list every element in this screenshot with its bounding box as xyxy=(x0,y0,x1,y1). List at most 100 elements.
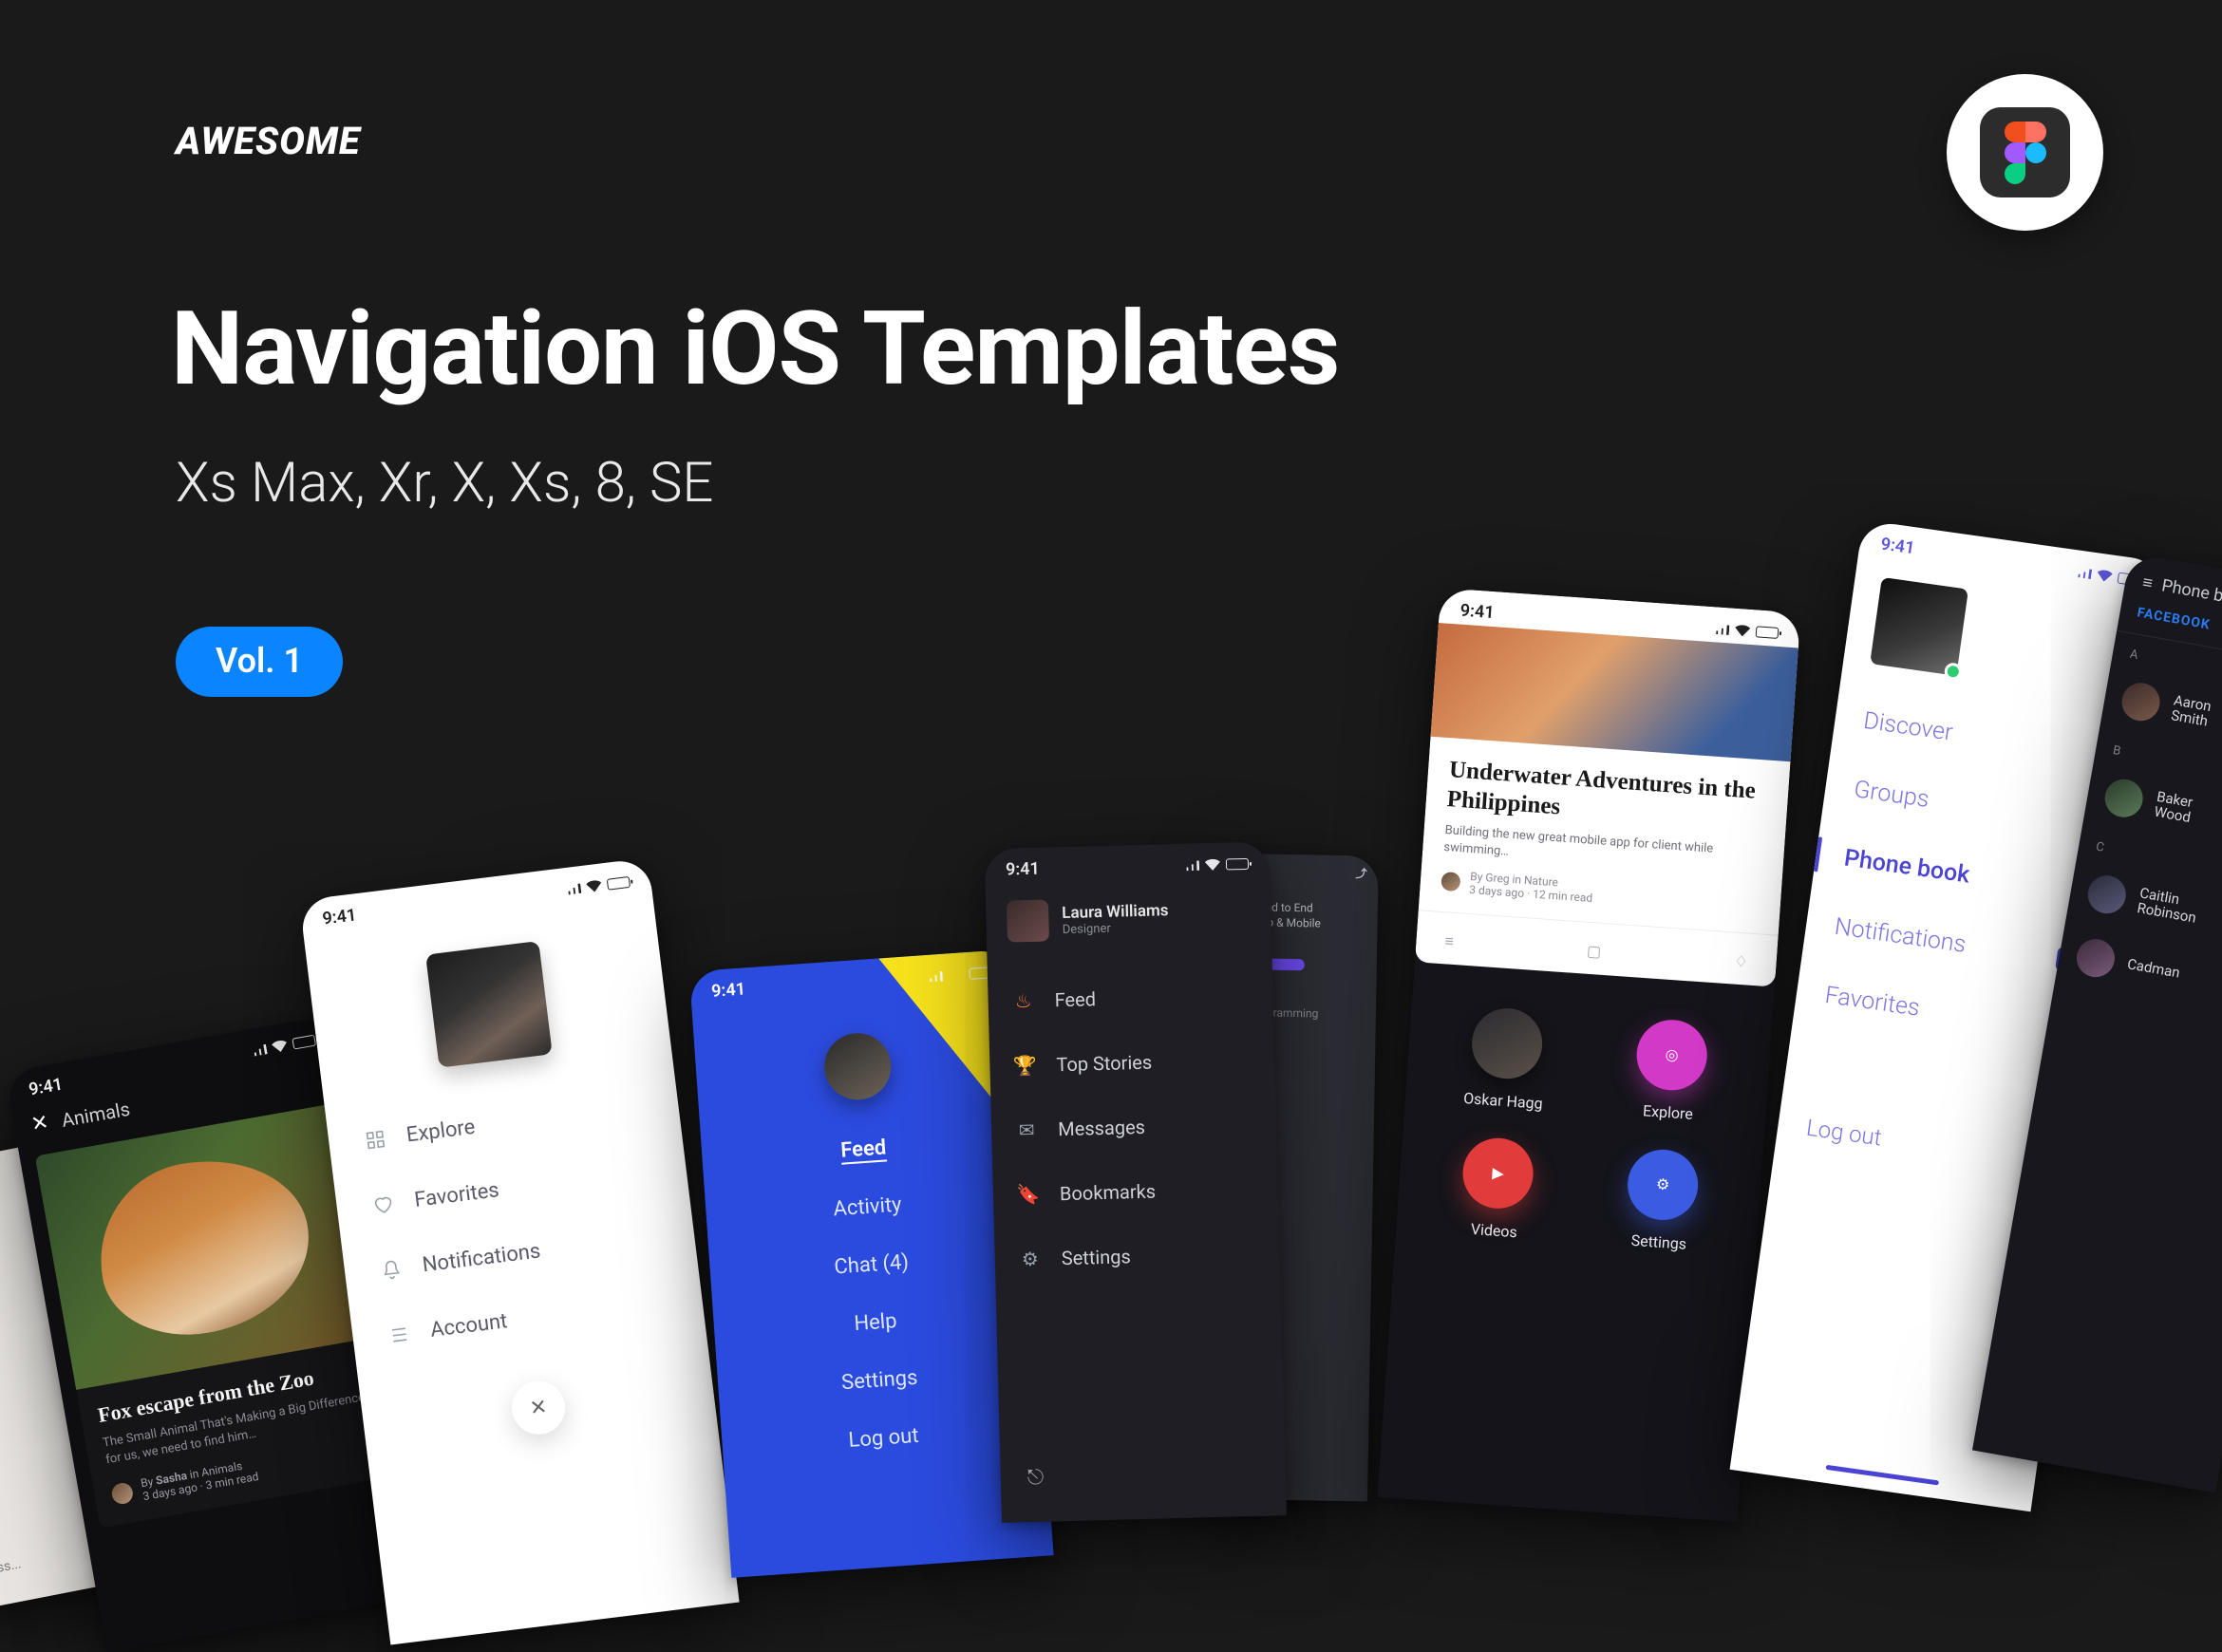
menu-label: Settings xyxy=(1061,1245,1131,1269)
promo-stage: AWESOME Navigation iOS Templates Xs Max,… xyxy=(0,0,2222,1481)
fox-illustration xyxy=(85,1144,323,1349)
grid-icon xyxy=(364,1128,387,1152)
contact-avatar xyxy=(2085,873,2129,916)
bell-icon xyxy=(380,1258,404,1282)
profile-row[interactable]: Laura Williams Designer xyxy=(985,876,1271,969)
nav-tile-settings[interactable]: ⚙ Settings xyxy=(1594,1145,1728,1255)
signal-icon xyxy=(249,1042,268,1057)
signal-icon xyxy=(563,882,581,895)
contact-name: AaronSmith xyxy=(2170,692,2213,729)
menu-label: Bookmarks xyxy=(1060,1180,1157,1206)
contact-name: Cadman xyxy=(2126,956,2181,981)
close-fab[interactable]: ✕ xyxy=(509,1379,568,1437)
mail-icon: ✉ xyxy=(1016,1119,1038,1141)
battery-icon xyxy=(607,875,631,890)
avatar-icon xyxy=(1470,1005,1545,1080)
contact-name: CaitlinRobinson xyxy=(2136,885,2200,926)
logout-icon[interactable]: ⎋ xyxy=(1026,1466,1044,1490)
profile-avatar xyxy=(1007,899,1049,942)
battery-icon xyxy=(1756,626,1779,639)
menu-label: Notifications xyxy=(421,1239,541,1277)
contact-avatar xyxy=(2074,936,2118,980)
close-icon[interactable]: ✕ xyxy=(29,1111,50,1137)
profile-role: Designer xyxy=(1063,920,1170,937)
wifi-icon xyxy=(586,879,602,892)
profile-avatar[interactable] xyxy=(425,941,553,1068)
contact-avatar xyxy=(2118,680,2162,723)
bookmark-icon: 🔖 xyxy=(1018,1184,1040,1206)
contact-name: BakerWood xyxy=(2153,788,2194,825)
tile-label: Explore xyxy=(1642,1101,1693,1123)
menu-label: Messages xyxy=(1058,1116,1145,1140)
status-time: 9:41 xyxy=(711,979,746,1001)
nav-grid: Oskar Hagg ◎ Explore ▶ Videos ⚙ Settings xyxy=(1393,962,1775,1298)
mock-phone-5: 9:41 Laura Williams Designer ♨ Feed 🏆 Top … xyxy=(984,841,1286,1523)
menu-label: Feed xyxy=(1054,987,1096,1011)
profile-name: Laura Williams xyxy=(1062,901,1169,923)
menu-icon[interactable]: ≡ xyxy=(2141,573,2155,594)
contact-avatar xyxy=(2101,777,2145,820)
book-icon[interactable]: ▢ xyxy=(1586,942,1601,962)
figma-badge xyxy=(1947,74,2103,231)
wifi-icon xyxy=(2097,569,2114,582)
status-time: 9:41 xyxy=(321,905,357,929)
menu-label: Top Stories xyxy=(1056,1051,1152,1077)
menu-item-top-stories[interactable]: 🏆 Top Stories xyxy=(989,1026,1276,1098)
status-time: 9:41 xyxy=(28,1075,65,1100)
profile-avatar[interactable] xyxy=(1870,577,1968,676)
author-avatar xyxy=(1441,872,1460,892)
home-indicator xyxy=(1826,1465,1940,1486)
menu-label: Explore xyxy=(405,1116,477,1148)
menu-label: Favorites xyxy=(413,1178,500,1212)
flame-icon: ♨ xyxy=(1012,990,1034,1012)
page-title: Navigation iOS Templates xyxy=(171,290,1339,409)
share-icon[interactable]: ⤴ xyxy=(1355,865,1366,881)
status-time: 9:41 xyxy=(1879,535,1915,559)
status-bar: 9:41 xyxy=(299,857,652,935)
presence-dot xyxy=(1944,662,1963,681)
signal-icon xyxy=(1712,623,1730,635)
nav-tile-explore[interactable]: ◎ Explore xyxy=(1604,1016,1738,1126)
tile-label: Videos xyxy=(1470,1220,1517,1241)
status-time: 9:41 xyxy=(1459,601,1495,623)
wifi-icon xyxy=(272,1039,289,1053)
nav-tile-user[interactable]: Oskar Hagg xyxy=(1439,1004,1572,1114)
battery-icon xyxy=(292,1034,316,1049)
caption: ote ss... xyxy=(0,1557,23,1582)
signal-icon xyxy=(1182,859,1199,871)
menu-item-feed[interactable]: ♨ Feed xyxy=(988,962,1274,1034)
status-indicators xyxy=(249,1034,316,1057)
profile-avatar[interactable] xyxy=(822,1031,894,1102)
close-icon: ✕ xyxy=(528,1395,548,1420)
status-time: 9:41 xyxy=(1006,859,1040,880)
trophy-icon: 🏆 xyxy=(1014,1055,1036,1077)
battery-icon xyxy=(1226,857,1249,870)
wifi-icon xyxy=(1205,858,1220,870)
brand-wordmark: AWESOME xyxy=(176,119,361,163)
mock-phone-7: 9:41 Underwater Adventures in the Philip… xyxy=(1377,588,1800,1522)
sliders-icon: ⚙ xyxy=(1626,1147,1701,1222)
menu-item-messages[interactable]: ✉ Messages xyxy=(990,1091,1277,1163)
user-icon xyxy=(387,1323,411,1346)
bell-icon[interactable]: ♢ xyxy=(1734,951,1749,971)
menu-icon[interactable]: ≡ xyxy=(1444,931,1455,951)
article-card[interactable]: 9:41 Underwater Adventures in the Philip… xyxy=(1415,588,1801,986)
signal-icon xyxy=(2074,566,2092,579)
wifi-icon xyxy=(1735,624,1751,636)
heart-icon xyxy=(372,1192,396,1216)
menu-label: Account xyxy=(429,1309,509,1342)
page-subtitle: Xs Max, Xr, X, Xs, 8, SE xyxy=(176,451,713,516)
menu-item-bookmarks[interactable]: 🔖 Bookmarks xyxy=(992,1155,1279,1228)
nav-tile-videos[interactable]: ▶ Videos xyxy=(1430,1134,1564,1244)
menu-list: Explore Favorites Notifications Account xyxy=(325,1062,707,1380)
tile-label: Settings xyxy=(1630,1231,1687,1253)
menu-item-settings[interactable]: ⚙ Settings xyxy=(994,1220,1281,1292)
gear-icon: ⚙ xyxy=(1020,1248,1042,1270)
category-label: Animals xyxy=(60,1097,132,1131)
tile-label: Oskar Hagg xyxy=(1463,1089,1544,1113)
video-icon: ▶ xyxy=(1460,1136,1535,1211)
pin-icon: ◎ xyxy=(1634,1018,1709,1093)
author-avatar xyxy=(110,1482,134,1506)
volume-badge: Vol. 1 xyxy=(176,627,343,697)
figma-icon xyxy=(1980,107,2070,197)
